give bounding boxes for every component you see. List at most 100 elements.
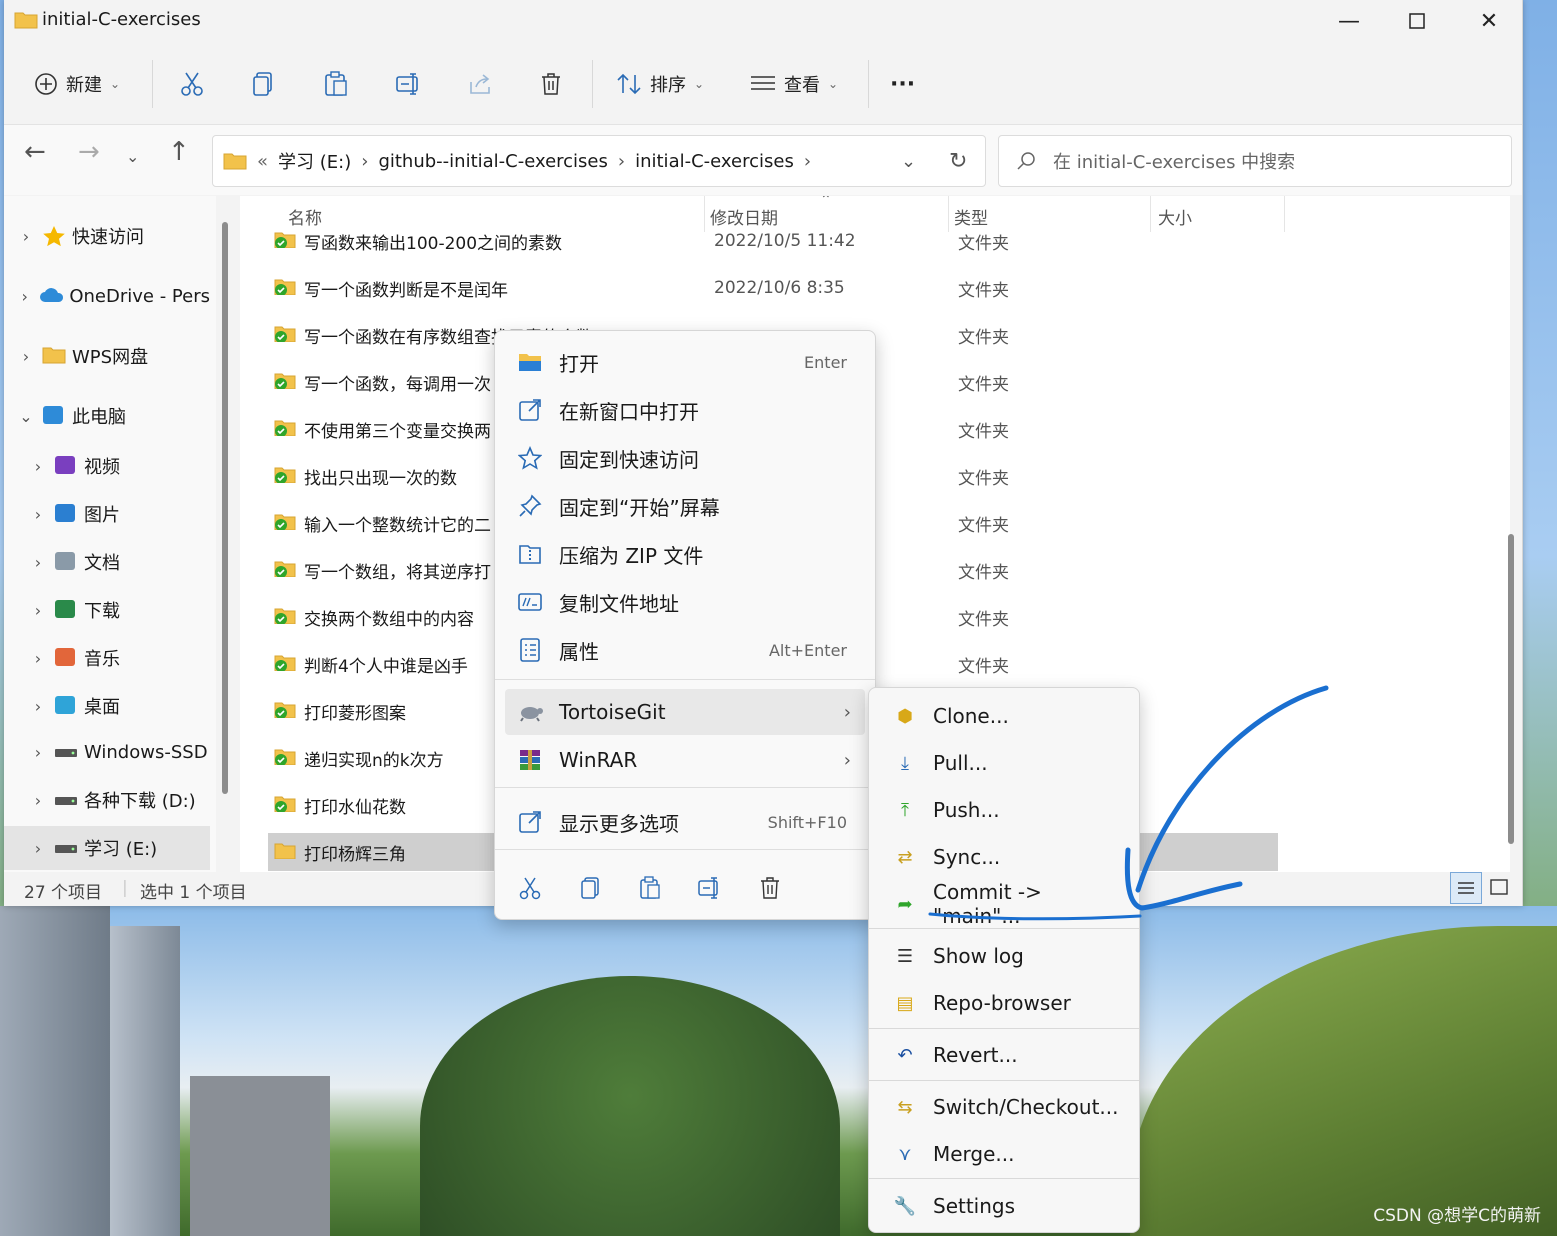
breadcrumb-folder[interactable]: initial-C-exercises [635, 151, 794, 172]
refresh-icon[interactable]: ↻ [949, 149, 967, 174]
delete-button[interactable] [540, 48, 562, 120]
chevron-right-icon[interactable]: › [30, 791, 46, 810]
download-icon [54, 599, 80, 621]
paste-button[interactable] [324, 48, 348, 120]
breadcrumb-drive[interactable]: 学习 (E:) [278, 148, 351, 174]
details-view-button[interactable] [1450, 872, 1482, 904]
scissors-icon [181, 72, 203, 96]
address-history-dropdown[interactable]: ⌄ [901, 151, 916, 172]
pull-item[interactable]: ⤓ Pull... [873, 741, 1135, 785]
delete-button[interactable] [753, 873, 787, 907]
sidebar-item[interactable]: › 视频 [4, 444, 210, 488]
breadcrumb-repo[interactable]: github--initial-C-exercises [378, 151, 607, 172]
chevron-right-icon[interactable]: › [30, 553, 46, 572]
address-bar[interactable]: « 学习 (E:) › github--initial-C-exercises … [212, 135, 986, 187]
forward-button[interactable]: → [78, 137, 100, 167]
share-button[interactable] [468, 48, 492, 120]
new-button[interactable]: 新建 ⌄ [34, 48, 120, 120]
sync-item[interactable]: ⇄ Sync... [873, 835, 1135, 879]
file-list-scrollbar[interactable] [1508, 534, 1514, 844]
sidebar-item[interactable]: › 桌面 [4, 684, 210, 728]
merge-item[interactable]: ⋎ Merge... [873, 1132, 1135, 1176]
clone-item[interactable]: ⬢ Clone... [873, 694, 1135, 738]
sidebar-item[interactable]: › 图片 [4, 492, 210, 536]
show-more-options-item[interactable]: 显示更多选项 Shift+F10 [505, 799, 865, 845]
chevron-right-icon[interactable]: › [30, 601, 46, 620]
sidebar-item[interactable]: ⌄ 此电脑 [4, 394, 210, 438]
tortoisegit-item[interactable]: TortoiseGit › [505, 689, 865, 735]
file-name: 写一个函数判断是不是闰年 [304, 280, 508, 301]
view-button[interactable]: 查看 ⌄ [750, 48, 838, 120]
file-type: 文件夹 [958, 562, 1009, 583]
sidebar-item-label: 快速访问 [72, 227, 144, 248]
tiles-view-button[interactable] [1488, 876, 1510, 898]
close-button[interactable]: ✕ [1454, 0, 1524, 42]
repo-browser-item[interactable]: ▤ Repo-browser [873, 981, 1135, 1025]
file-type: 文件夹 [958, 609, 1009, 630]
search-input[interactable]: 在 initial-C-exercises 中搜索 [998, 135, 1512, 187]
chevron-right-icon[interactable]: › [18, 227, 34, 246]
chevron-down-icon[interactable]: ⌄ [18, 407, 34, 426]
title-bar: initial-C-exercises — ✕ [4, 0, 1522, 42]
scissors-icon [519, 876, 541, 904]
winrar-item[interactable]: WinRAR › [505, 737, 865, 783]
sidebar-item-label: 学习 (E:) [84, 839, 158, 860]
address-bar-row: ← → ⌄ ↑ « 学习 (E:) › github--initial-C-ex… [4, 124, 1522, 195]
sidebar-item[interactable]: › 快速访问 [4, 214, 210, 258]
chevron-right-icon[interactable]: › [30, 743, 46, 762]
chevron-right-icon[interactable]: › [18, 287, 31, 306]
minimize-button[interactable]: — [1314, 0, 1384, 42]
chevron-right-icon[interactable]: › [30, 697, 46, 716]
rename-button[interactable] [396, 48, 422, 120]
copy-button[interactable] [252, 48, 274, 120]
git-folder-icon [274, 796, 296, 812]
sidebar-item[interactable]: › 音乐 [4, 636, 210, 680]
chevron-right-icon[interactable]: › [18, 347, 34, 366]
file-name: 打印杨辉三角 [304, 844, 406, 865]
chevron-right-icon[interactable]: › [30, 839, 46, 858]
pin-quick-access-item[interactable]: 固定到快速访问 [505, 435, 865, 481]
revert-item[interactable]: ↶ Revert... [873, 1033, 1135, 1077]
push-item[interactable]: ⤒ Push... [873, 788, 1135, 832]
settings-item[interactable]: 🔧 Settings [873, 1184, 1135, 1228]
navigation-scrollbar[interactable] [222, 222, 228, 794]
sidebar-item[interactable]: › OneDrive - Pers [4, 274, 210, 318]
sort-button[interactable]: 排序 ⌄ [616, 48, 704, 120]
repo-browser-icon: ▤ [896, 992, 914, 1014]
pin-start-item[interactable]: 固定到“开始”屏幕 [505, 483, 865, 529]
menu-item-label: 显示更多选项 [559, 811, 679, 836]
back-button[interactable]: ← [24, 137, 46, 167]
chevron-right-icon[interactable]: › [30, 505, 46, 524]
merge-icon: ⋎ [898, 1143, 912, 1165]
rename-button[interactable] [693, 873, 727, 907]
chevron-right-icon[interactable]: › [30, 649, 46, 668]
cut-button[interactable] [180, 48, 204, 120]
sidebar-item[interactable]: › 下载 [4, 588, 210, 632]
more-options-button[interactable]: ··· [890, 48, 915, 120]
open-item[interactable]: 打开 Enter [505, 339, 865, 385]
up-button[interactable]: ↑ [168, 137, 190, 167]
sidebar-item[interactable]: › 文档 [4, 540, 210, 584]
sidebar-item[interactable]: › 各种下载 (D:) [4, 778, 210, 822]
maximize-button[interactable] [1382, 0, 1452, 42]
sidebar-item[interactable]: › Windows-SSD [4, 730, 210, 774]
folder-icon [223, 153, 247, 170]
switch-checkout-item[interactable]: ⇆ Switch/Checkout... [873, 1085, 1135, 1129]
show-log-item[interactable]: ☰ Show log [873, 934, 1135, 978]
compress-zip-item[interactable]: 压缩为 ZIP 文件 [505, 531, 865, 577]
submenu-item-label: Show log [933, 944, 1024, 968]
copy-path-item[interactable]: 复制文件地址 [505, 579, 865, 625]
properties-item[interactable]: 属性 Alt+Enter [505, 627, 865, 673]
cut-button[interactable] [513, 873, 547, 907]
commit-item[interactable]: ➦ Commit -> "main"... [873, 880, 1135, 928]
file-row[interactable]: 写函数来输出100-200之间的素数 2022/10/5 11:42 文件夹 [268, 222, 1278, 260]
open-new-window-item[interactable]: 在新窗口中打开 [505, 387, 865, 433]
sidebar-item[interactable]: › 学习 (E:) [4, 826, 210, 870]
copy-button[interactable] [573, 873, 607, 907]
recent-locations-button[interactable]: ⌄ [126, 147, 139, 166]
file-row[interactable]: 写一个函数判断是不是闰年 2022/10/6 8:35 文件夹 [268, 269, 1278, 307]
submenu-item-label: Revert... [933, 1043, 1018, 1067]
paste-button[interactable] [633, 873, 667, 907]
chevron-right-icon[interactable]: › [30, 457, 46, 476]
sidebar-item[interactable]: › WPS网盘 [4, 334, 210, 378]
